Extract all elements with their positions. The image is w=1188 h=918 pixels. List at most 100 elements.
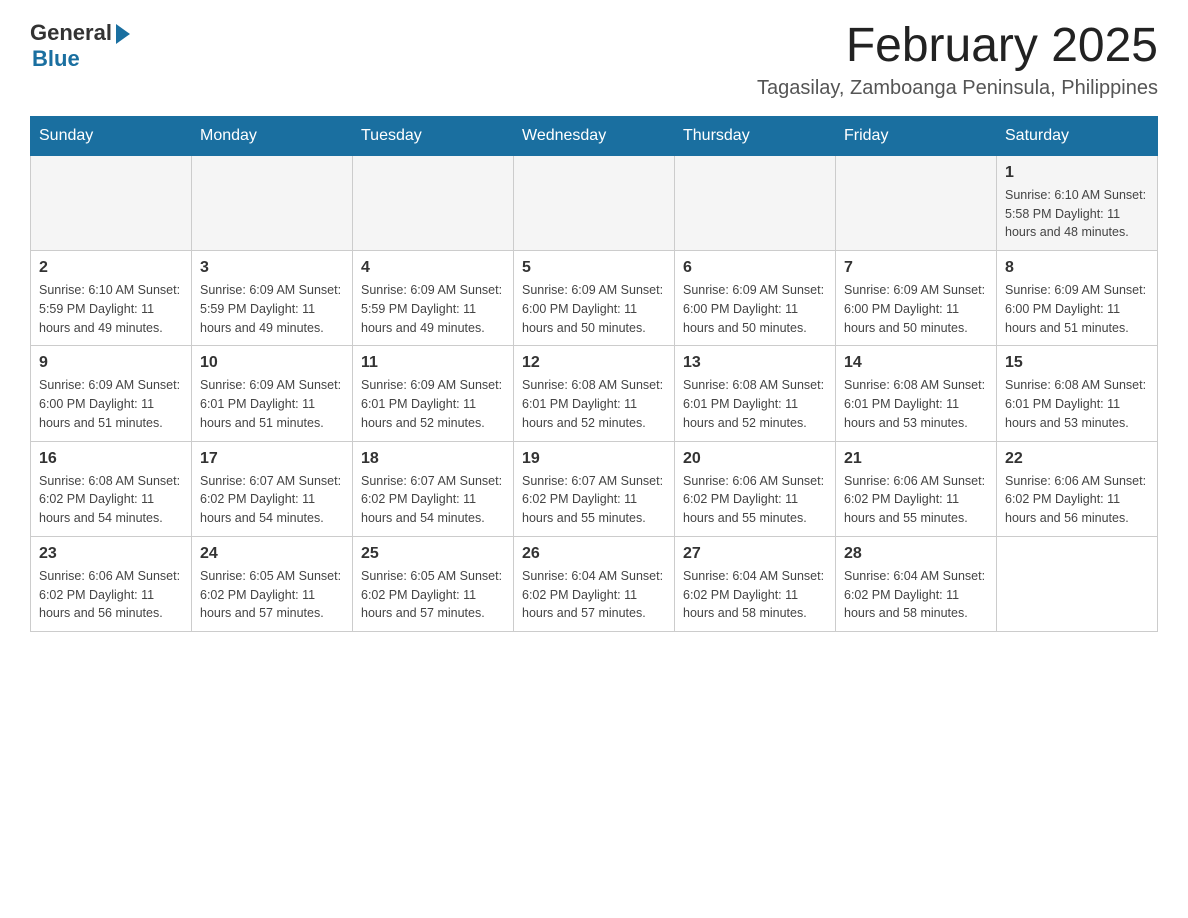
day-cell: 18 Sunrise: 6:07 AM Sunset: 6:02 PM Dayli… — [353, 441, 514, 536]
day-info: Sunrise: 6:09 AM Sunset: 6:00 PM Dayligh… — [522, 281, 666, 337]
day-info: Sunrise: 6:08 AM Sunset: 6:02 PM Dayligh… — [39, 472, 183, 528]
header-cell-sunday: Sunday — [31, 116, 192, 155]
day-cell: 16 Sunrise: 6:08 AM Sunset: 6:02 PM Dayli… — [31, 441, 192, 536]
day-info: Sunrise: 6:09 AM Sunset: 6:00 PM Dayligh… — [683, 281, 827, 337]
day-info: Sunrise: 6:09 AM Sunset: 6:01 PM Dayligh… — [200, 376, 344, 432]
day-info: Sunrise: 6:04 AM Sunset: 6:02 PM Dayligh… — [844, 567, 988, 623]
day-number: 13 — [683, 354, 827, 372]
day-cell: 27Sunrise: 6:04 AM Sunset: 6:02 PM Dayli… — [675, 536, 836, 631]
day-cell: 13 Sunrise: 6:08 AM Sunset: 6:01 PM Dayli… — [675, 346, 836, 441]
calendar-body: 1Sunrise: 6:10 AM Sunset: 5:58 PM Daylig… — [31, 155, 1158, 631]
day-cell — [675, 155, 836, 250]
logo-arrow-icon — [116, 24, 130, 44]
day-cell — [997, 536, 1158, 631]
day-number: 25 — [361, 545, 505, 563]
day-cell: 4Sunrise: 6:09 AM Sunset: 5:59 PM Daylig… — [353, 251, 514, 346]
day-number: 22 — [1005, 450, 1149, 468]
day-number: 15 — [1005, 354, 1149, 372]
day-info: Sunrise: 6:10 AM Sunset: 5:58 PM Dayligh… — [1005, 186, 1149, 242]
day-info: Sunrise: 6:09 AM Sunset: 5:59 PM Dayligh… — [200, 281, 344, 337]
day-info: Sunrise: 6:09 AM Sunset: 5:59 PM Dayligh… — [361, 281, 505, 337]
day-number: 6 — [683, 259, 827, 277]
day-info: Sunrise: 6:07 AM Sunset: 6:02 PM Dayligh… — [200, 472, 344, 528]
header-cell-thursday: Thursday — [675, 116, 836, 155]
header-cell-tuesday: Tuesday — [353, 116, 514, 155]
day-number: 19 — [522, 450, 666, 468]
week-row-2: 2 Sunrise: 6:10 AM Sunset: 5:59 PM Daylig… — [31, 251, 1158, 346]
day-cell: 15 Sunrise: 6:08 AM Sunset: 6:01 PM Dayli… — [997, 346, 1158, 441]
day-cell: 24 Sunrise: 6:05 AM Sunset: 6:02 PM Dayli… — [192, 536, 353, 631]
day-info: Sunrise: 6:04 AM Sunset: 6:02 PM Dayligh… — [522, 567, 666, 623]
day-cell — [836, 155, 997, 250]
week-row-1: 1Sunrise: 6:10 AM Sunset: 5:58 PM Daylig… — [31, 155, 1158, 250]
day-number: 3 — [200, 259, 344, 277]
day-number: 10 — [200, 354, 344, 372]
day-info: Sunrise: 6:05 AM Sunset: 6:02 PM Dayligh… — [200, 567, 344, 623]
day-number: 24 — [200, 545, 344, 563]
day-info: Sunrise: 6:06 AM Sunset: 6:02 PM Dayligh… — [39, 567, 183, 623]
day-number: 12 — [522, 354, 666, 372]
day-info: Sunrise: 6:07 AM Sunset: 6:02 PM Dayligh… — [361, 472, 505, 528]
day-cell: 19 Sunrise: 6:07 AM Sunset: 6:02 PM Dayli… — [514, 441, 675, 536]
day-info: Sunrise: 6:08 AM Sunset: 6:01 PM Dayligh… — [844, 376, 988, 432]
day-cell — [514, 155, 675, 250]
day-info: Sunrise: 6:06 AM Sunset: 6:02 PM Dayligh… — [683, 472, 827, 528]
header-cell-saturday: Saturday — [997, 116, 1158, 155]
day-number: 27 — [683, 545, 827, 563]
day-info: Sunrise: 6:09 AM Sunset: 6:01 PM Dayligh… — [361, 376, 505, 432]
day-number: 7 — [844, 259, 988, 277]
day-info: Sunrise: 6:07 AM Sunset: 6:02 PM Dayligh… — [522, 472, 666, 528]
day-cell: 8Sunrise: 6:09 AM Sunset: 6:00 PM Daylig… — [997, 251, 1158, 346]
calendar-header: SundayMondayTuesdayWednesdayThursdayFrid… — [31, 116, 1158, 155]
day-number: 20 — [683, 450, 827, 468]
day-cell: 20 Sunrise: 6:06 AM Sunset: 6:02 PM Dayli… — [675, 441, 836, 536]
day-number: 28 — [844, 545, 988, 563]
day-cell — [192, 155, 353, 250]
day-cell: 7Sunrise: 6:09 AM Sunset: 6:00 PM Daylig… — [836, 251, 997, 346]
logo-blue-text: Blue — [32, 46, 80, 72]
day-number: 26 — [522, 545, 666, 563]
calendar-title: February 2025 — [757, 20, 1158, 73]
day-cell: 10 Sunrise: 6:09 AM Sunset: 6:01 PM Dayli… — [192, 346, 353, 441]
logo-general-text: General — [30, 20, 112, 46]
day-number: 18 — [361, 450, 505, 468]
header-row: SundayMondayTuesdayWednesdayThursdayFrid… — [31, 116, 1158, 155]
day-cell — [353, 155, 514, 250]
day-number: 17 — [200, 450, 344, 468]
logo: General Blue — [30, 20, 130, 72]
day-cell: 14 Sunrise: 6:08 AM Sunset: 6:01 PM Dayli… — [836, 346, 997, 441]
day-info: Sunrise: 6:09 AM Sunset: 6:00 PM Dayligh… — [1005, 281, 1149, 337]
day-cell: 2 Sunrise: 6:10 AM Sunset: 5:59 PM Daylig… — [31, 251, 192, 346]
day-cell: 6 Sunrise: 6:09 AM Sunset: 6:00 PM Daylig… — [675, 251, 836, 346]
header-cell-friday: Friday — [836, 116, 997, 155]
header-cell-monday: Monday — [192, 116, 353, 155]
day-info: Sunrise: 6:05 AM Sunset: 6:02 PM Dayligh… — [361, 567, 505, 623]
day-info: Sunrise: 6:06 AM Sunset: 6:02 PM Dayligh… — [844, 472, 988, 528]
day-info: Sunrise: 6:08 AM Sunset: 6:01 PM Dayligh… — [1005, 376, 1149, 432]
page-header: General Blue February 2025 Tagasilay, Za… — [30, 20, 1158, 100]
week-row-3: 9Sunrise: 6:09 AM Sunset: 6:00 PM Daylig… — [31, 346, 1158, 441]
day-cell: 21 Sunrise: 6:06 AM Sunset: 6:02 PM Dayli… — [836, 441, 997, 536]
day-cell: 5 Sunrise: 6:09 AM Sunset: 6:00 PM Daylig… — [514, 251, 675, 346]
day-cell: 12 Sunrise: 6:08 AM Sunset: 6:01 PM Dayli… — [514, 346, 675, 441]
day-cell: 28 Sunrise: 6:04 AM Sunset: 6:02 PM Dayli… — [836, 536, 997, 631]
day-number: 2 — [39, 259, 183, 277]
header-cell-wednesday: Wednesday — [514, 116, 675, 155]
day-cell: 25 Sunrise: 6:05 AM Sunset: 6:02 PM Dayli… — [353, 536, 514, 631]
day-cell: 26 Sunrise: 6:04 AM Sunset: 6:02 PM Dayli… — [514, 536, 675, 631]
day-number: 16 — [39, 450, 183, 468]
day-number: 23 — [39, 545, 183, 563]
day-cell: 22 Sunrise: 6:06 AM Sunset: 6:02 PM Dayli… — [997, 441, 1158, 536]
day-info: Sunrise: 6:08 AM Sunset: 6:01 PM Dayligh… — [522, 376, 666, 432]
day-cell: 3 Sunrise: 6:09 AM Sunset: 5:59 PM Daylig… — [192, 251, 353, 346]
calendar-table: SundayMondayTuesdayWednesdayThursdayFrid… — [30, 116, 1158, 632]
day-number: 11 — [361, 354, 505, 372]
day-cell: 11 Sunrise: 6:09 AM Sunset: 6:01 PM Dayli… — [353, 346, 514, 441]
day-cell: 1Sunrise: 6:10 AM Sunset: 5:58 PM Daylig… — [997, 155, 1158, 250]
day-number: 21 — [844, 450, 988, 468]
day-number: 14 — [844, 354, 988, 372]
day-info: Sunrise: 6:06 AM Sunset: 6:02 PM Dayligh… — [1005, 472, 1149, 528]
day-info: Sunrise: 6:10 AM Sunset: 5:59 PM Dayligh… — [39, 281, 183, 337]
day-info: Sunrise: 6:08 AM Sunset: 6:01 PM Dayligh… — [683, 376, 827, 432]
day-number: 5 — [522, 259, 666, 277]
